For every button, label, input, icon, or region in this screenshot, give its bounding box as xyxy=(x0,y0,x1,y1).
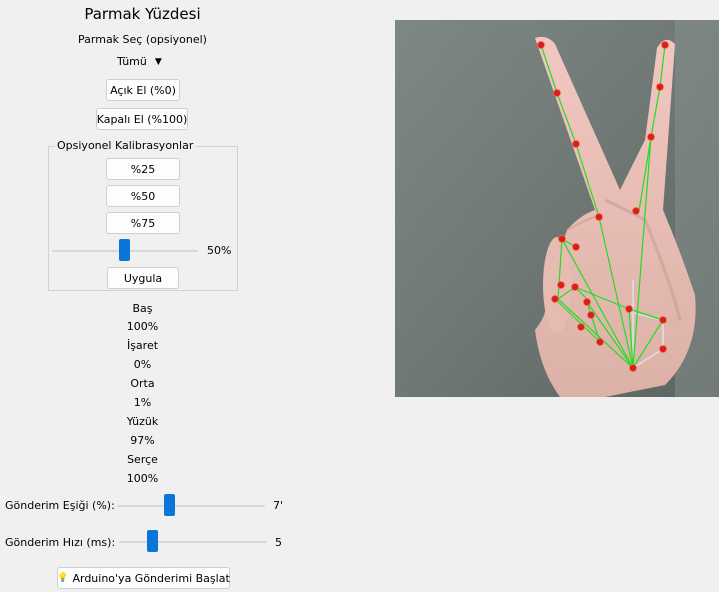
start-sending-button[interactable]: 💡 Arduino'ya Gönderimi Başlat xyxy=(57,567,230,589)
calibrate-25-button[interactable]: %25 xyxy=(106,158,180,180)
send-rate-label: Gönderim Hızı (ms): xyxy=(5,536,116,549)
finger-value-index: 0% xyxy=(133,358,152,371)
send-rate-thumb[interactable] xyxy=(147,530,158,552)
page-title: Parmak Yüzdesi xyxy=(84,5,201,23)
send-threshold-label: Gönderim Eşiği (%): xyxy=(5,499,115,512)
finger-name-pinky: Serçe xyxy=(127,453,158,466)
finger-select-value: Tümü xyxy=(117,55,147,68)
send-rate-value: 5 xyxy=(275,536,282,549)
chevron-down-icon: ▼ xyxy=(154,56,162,67)
lightbulb-icon: 💡 xyxy=(57,573,69,583)
finger-value-ring: 97% xyxy=(130,434,155,447)
finger-name-thumb: Baş xyxy=(132,302,153,315)
send-threshold-track[interactable] xyxy=(117,505,265,507)
calibrate-50-button[interactable]: %50 xyxy=(106,185,180,207)
apply-button[interactable]: Uygula xyxy=(107,267,179,289)
calibrate-75-button[interactable]: %75 xyxy=(106,212,180,234)
open-hand-button[interactable]: Açık El (%0) xyxy=(106,79,180,101)
calibration-slider-thumb[interactable] xyxy=(119,239,130,261)
finger-select-label: Parmak Seç (opsiyonel) xyxy=(78,33,207,46)
closed-hand-button[interactable]: Kapalı El (%100) xyxy=(96,108,188,130)
start-sending-label: Arduino'ya Gönderimi Başlat xyxy=(72,571,230,585)
hand-image xyxy=(395,20,719,397)
send-rate-track[interactable] xyxy=(119,541,267,543)
finger-value-thumb: 100% xyxy=(126,320,159,333)
send-threshold-value: 7' xyxy=(273,499,284,512)
finger-value-pinky: 100% xyxy=(126,472,159,485)
calibration-slider-value: 50% xyxy=(207,244,232,257)
calibration-group-title: Opsiyonel Kalibrasyonlar xyxy=(55,139,196,152)
send-threshold-thumb[interactable] xyxy=(164,494,175,516)
finger-name-index: İşaret xyxy=(126,339,159,352)
finger-name-ring: Yüzük xyxy=(126,415,159,428)
finger-name-middle: Orta xyxy=(130,377,155,390)
finger-value-middle: 1% xyxy=(133,396,152,409)
finger-select-dropdown[interactable]: Tümü ▼ xyxy=(117,55,162,68)
camera-view xyxy=(395,20,719,397)
